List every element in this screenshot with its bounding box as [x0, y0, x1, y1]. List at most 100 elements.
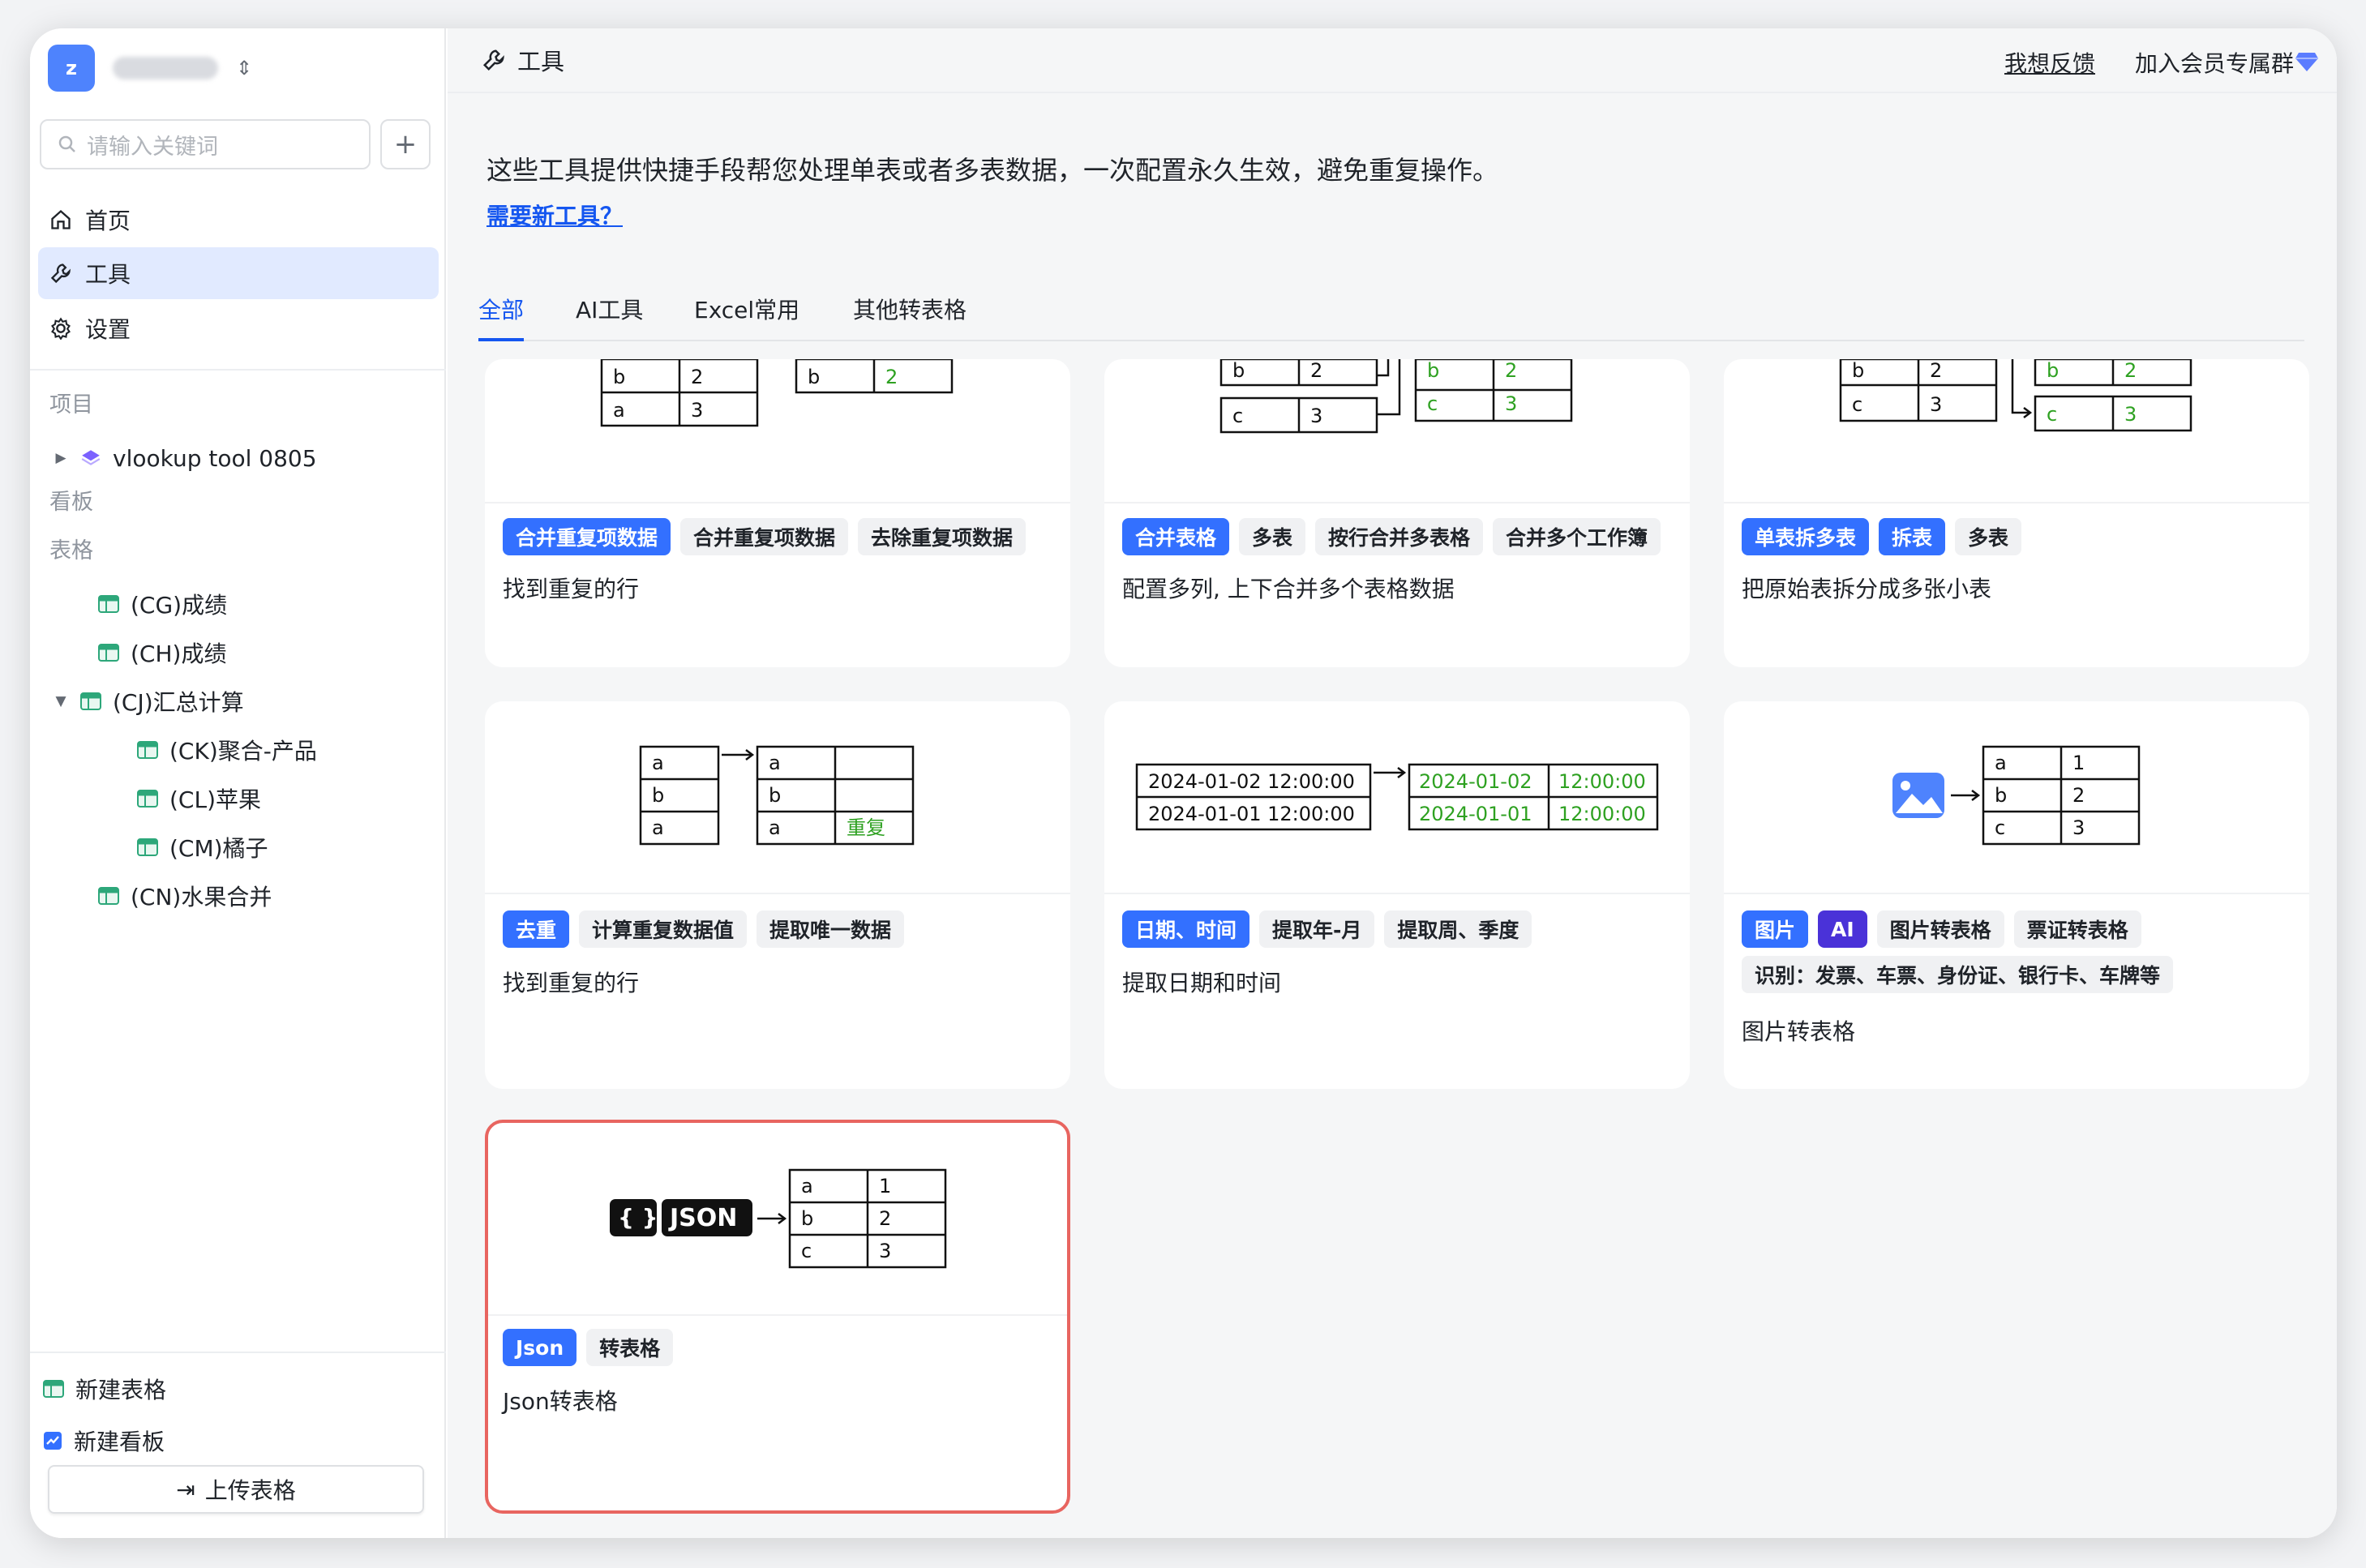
tab-excel[interactable]: Excel常用 [694, 293, 799, 325]
table-item-label: (CK)聚合-产品 [169, 738, 317, 765]
cell-text: c [1427, 392, 1438, 415]
tag-group: 合并重复项数据 合并重复项数据 去除重复项数据 [503, 518, 1027, 555]
tool-card-merge-duplicates[interactable]: b 2 a 3 b 2 合并重复项数据 合并重复项数据 去除重复项数据 找到重复… [485, 359, 1070, 667]
upload-label: 上传表格 [204, 1477, 296, 1504]
table-item[interactable]: (CM)橘子 [109, 825, 268, 870]
workspace-avatar: z [48, 45, 95, 92]
table-item[interactable]: ▼ (CJ)汇总计算 [53, 679, 243, 724]
cell-text: 3 [691, 399, 703, 422]
nav-home-label: 首页 [85, 208, 131, 234]
cell-text: a [613, 399, 625, 422]
table-item[interactable]: (CK)聚合-产品 [109, 727, 317, 773]
home-icon [51, 209, 71, 229]
cell-text: c [1232, 405, 1243, 427]
tab-active-indicator [478, 338, 524, 341]
tool-card-split-table[interactable]: b 2 c 3 b 2 c 3 单表拆多表 拆表 多表 把原始表拆分成多张小表 [1724, 359, 2309, 667]
cell-text: a [769, 752, 781, 774]
caret-down-icon: ▼ [55, 693, 66, 709]
tab-ai-tools[interactable]: AI工具 [576, 293, 643, 325]
tag-group: 合并表格 多表 按行合并多表格 合并多个工作簿 [1122, 518, 1661, 555]
caret-right-icon: ▶ [55, 450, 66, 466]
table-diagram: a b a a b a 重复 [639, 745, 915, 846]
cell-text: b [652, 784, 664, 807]
cell-text: 2024-01-01 12:00:00 [1148, 803, 1355, 825]
new-table-button[interactable]: 新建表格 [43, 1366, 166, 1412]
gear-icon [51, 317, 71, 340]
grid-icon [137, 838, 158, 856]
divider [30, 1352, 446, 1353]
cell-text: 2 [885, 366, 898, 388]
nav-tools[interactable]: 工具 [38, 247, 439, 299]
table-item[interactable]: (CL)苹果 [109, 776, 261, 821]
cell-text: 1 [879, 1175, 891, 1197]
cell-text: a [801, 1175, 813, 1197]
cell-text: 2 [2072, 784, 2085, 807]
feedback-link[interactable]: 我想反馈 [2004, 46, 2095, 79]
grid-icon [98, 644, 119, 662]
tag: 合并重复项数据 [680, 518, 849, 555]
tag: 日期、时间 [1122, 910, 1250, 948]
add-button[interactable]: + [380, 119, 431, 169]
tag: 单表拆多表 [1742, 518, 1870, 555]
project-item[interactable]: ▶ vlookup tool 0805 [53, 435, 317, 481]
search-input[interactable]: 请输入关键词 [40, 119, 371, 169]
cell-text: c [1995, 816, 2005, 839]
new-table-label: 新建表格 [75, 1377, 167, 1403]
cell-text: c [1852, 393, 1862, 416]
tag: 多表 [1239, 518, 1306, 555]
card-illustration: { } JSON a b c 1 2 3 [488, 1123, 1067, 1316]
table-item[interactable]: (CN)水果合并 [71, 873, 272, 919]
tool-card-image-to-table[interactable]: a b c 1 2 3 图片 AI 图片转表格 票证转表格 识别：发票、车票、身… [1724, 701, 2309, 1089]
cell-text: 1 [2072, 752, 2085, 774]
table-diagram: a b c 1 2 3 [1892, 745, 2141, 846]
json-badge-text: JSON [668, 1204, 737, 1232]
card-description: 提取日期和时间 [1122, 970, 1282, 996]
card-illustration: a b c 1 2 3 [1724, 701, 2309, 894]
section-boards: 看板 [49, 490, 93, 515]
nav-home[interactable]: 首页 [38, 194, 439, 246]
cell-text: b [1995, 784, 2007, 807]
tool-card-merge-tables[interactable]: b 2 c 3 b 2 c 3 合并表格 多表 按行合并多表格 合并多个工作簿 [1104, 359, 1690, 667]
intro-description: 这些工具提供快捷手段帮您处理单表或者多表数据，一次配置永久生效，避免重复操作。 [486, 155, 1499, 186]
card-illustration: b 2 c 3 b 2 c 3 [1104, 359, 1690, 503]
tab-label: 全部 [478, 297, 525, 323]
diamond-icon[interactable] [2295, 51, 2319, 72]
cell-text: 2 [1930, 359, 1942, 382]
table-item-label: (CM)橘子 [169, 835, 268, 862]
tab-bar: 全部 AI工具 Excel常用 其他转表格 [478, 268, 2304, 341]
nav-tools-label: 工具 [85, 261, 131, 288]
tag-group: 单表拆多表 拆表 多表 [1742, 518, 2022, 555]
section-projects: 项目 [49, 392, 93, 418]
tag: 转表格 [586, 1329, 674, 1366]
table-diagram: b 2 a 3 b 2 [600, 359, 954, 427]
cell-text: 2024-01-02 12:00:00 [1148, 770, 1355, 793]
table-item-label: (CN)水果合并 [131, 884, 272, 910]
tab-all[interactable]: 全部 [478, 293, 524, 325]
project-name: vlookup tool 0805 [113, 444, 317, 472]
nav-settings[interactable]: 设置 [38, 302, 439, 354]
need-new-tool-link[interactable]: 需要新工具？ [486, 199, 623, 231]
card-description: 找到重复的行 [503, 970, 640, 996]
tag: 图片 [1742, 910, 1809, 948]
tab-other[interactable]: 其他转表格 [853, 293, 967, 325]
section-tables: 表格 [49, 538, 93, 563]
cell-text: 重复 [847, 816, 885, 839]
tool-card-json-to-table[interactable]: { } JSON a b c 1 2 3 Json 转表格 Json转表格 [485, 1120, 1070, 1514]
join-group-link[interactable]: 加入会员专属群 [2135, 46, 2294, 79]
new-board-button[interactable]: 新建看板 [43, 1418, 165, 1463]
search-placeholder: 请输入关键词 [87, 134, 218, 160]
tag: Json [503, 1329, 577, 1366]
tool-card-dedupe[interactable]: a b a a b a 重复 去重 计算重复数据值 提取唯一数据 找到重复的行 [485, 701, 1070, 1089]
tool-card-datetime[interactable]: 2024-01-02 12:00:00 2024-01-01 12:00:00 … [1104, 701, 1690, 1089]
table-item-label: (CH)成绩 [131, 640, 227, 667]
cell-text: b [613, 366, 625, 388]
tag: 票证转表格 [2013, 910, 2141, 948]
workspace-switcher[interactable]: z ⇕ [48, 40, 252, 96]
tag-group: 识别：发票、车票、身份证、银行卡、车牌等 [1742, 956, 2174, 993]
table-item[interactable]: (CH)成绩 [71, 630, 226, 675]
table-item[interactable]: (CG)成绩 [71, 581, 227, 627]
grid-icon [80, 692, 101, 710]
upload-table-button[interactable]: ⇥ 上传表格 [48, 1465, 424, 1514]
page-title: 工具 [517, 48, 565, 75]
tab-label: 其他转表格 [853, 297, 967, 323]
